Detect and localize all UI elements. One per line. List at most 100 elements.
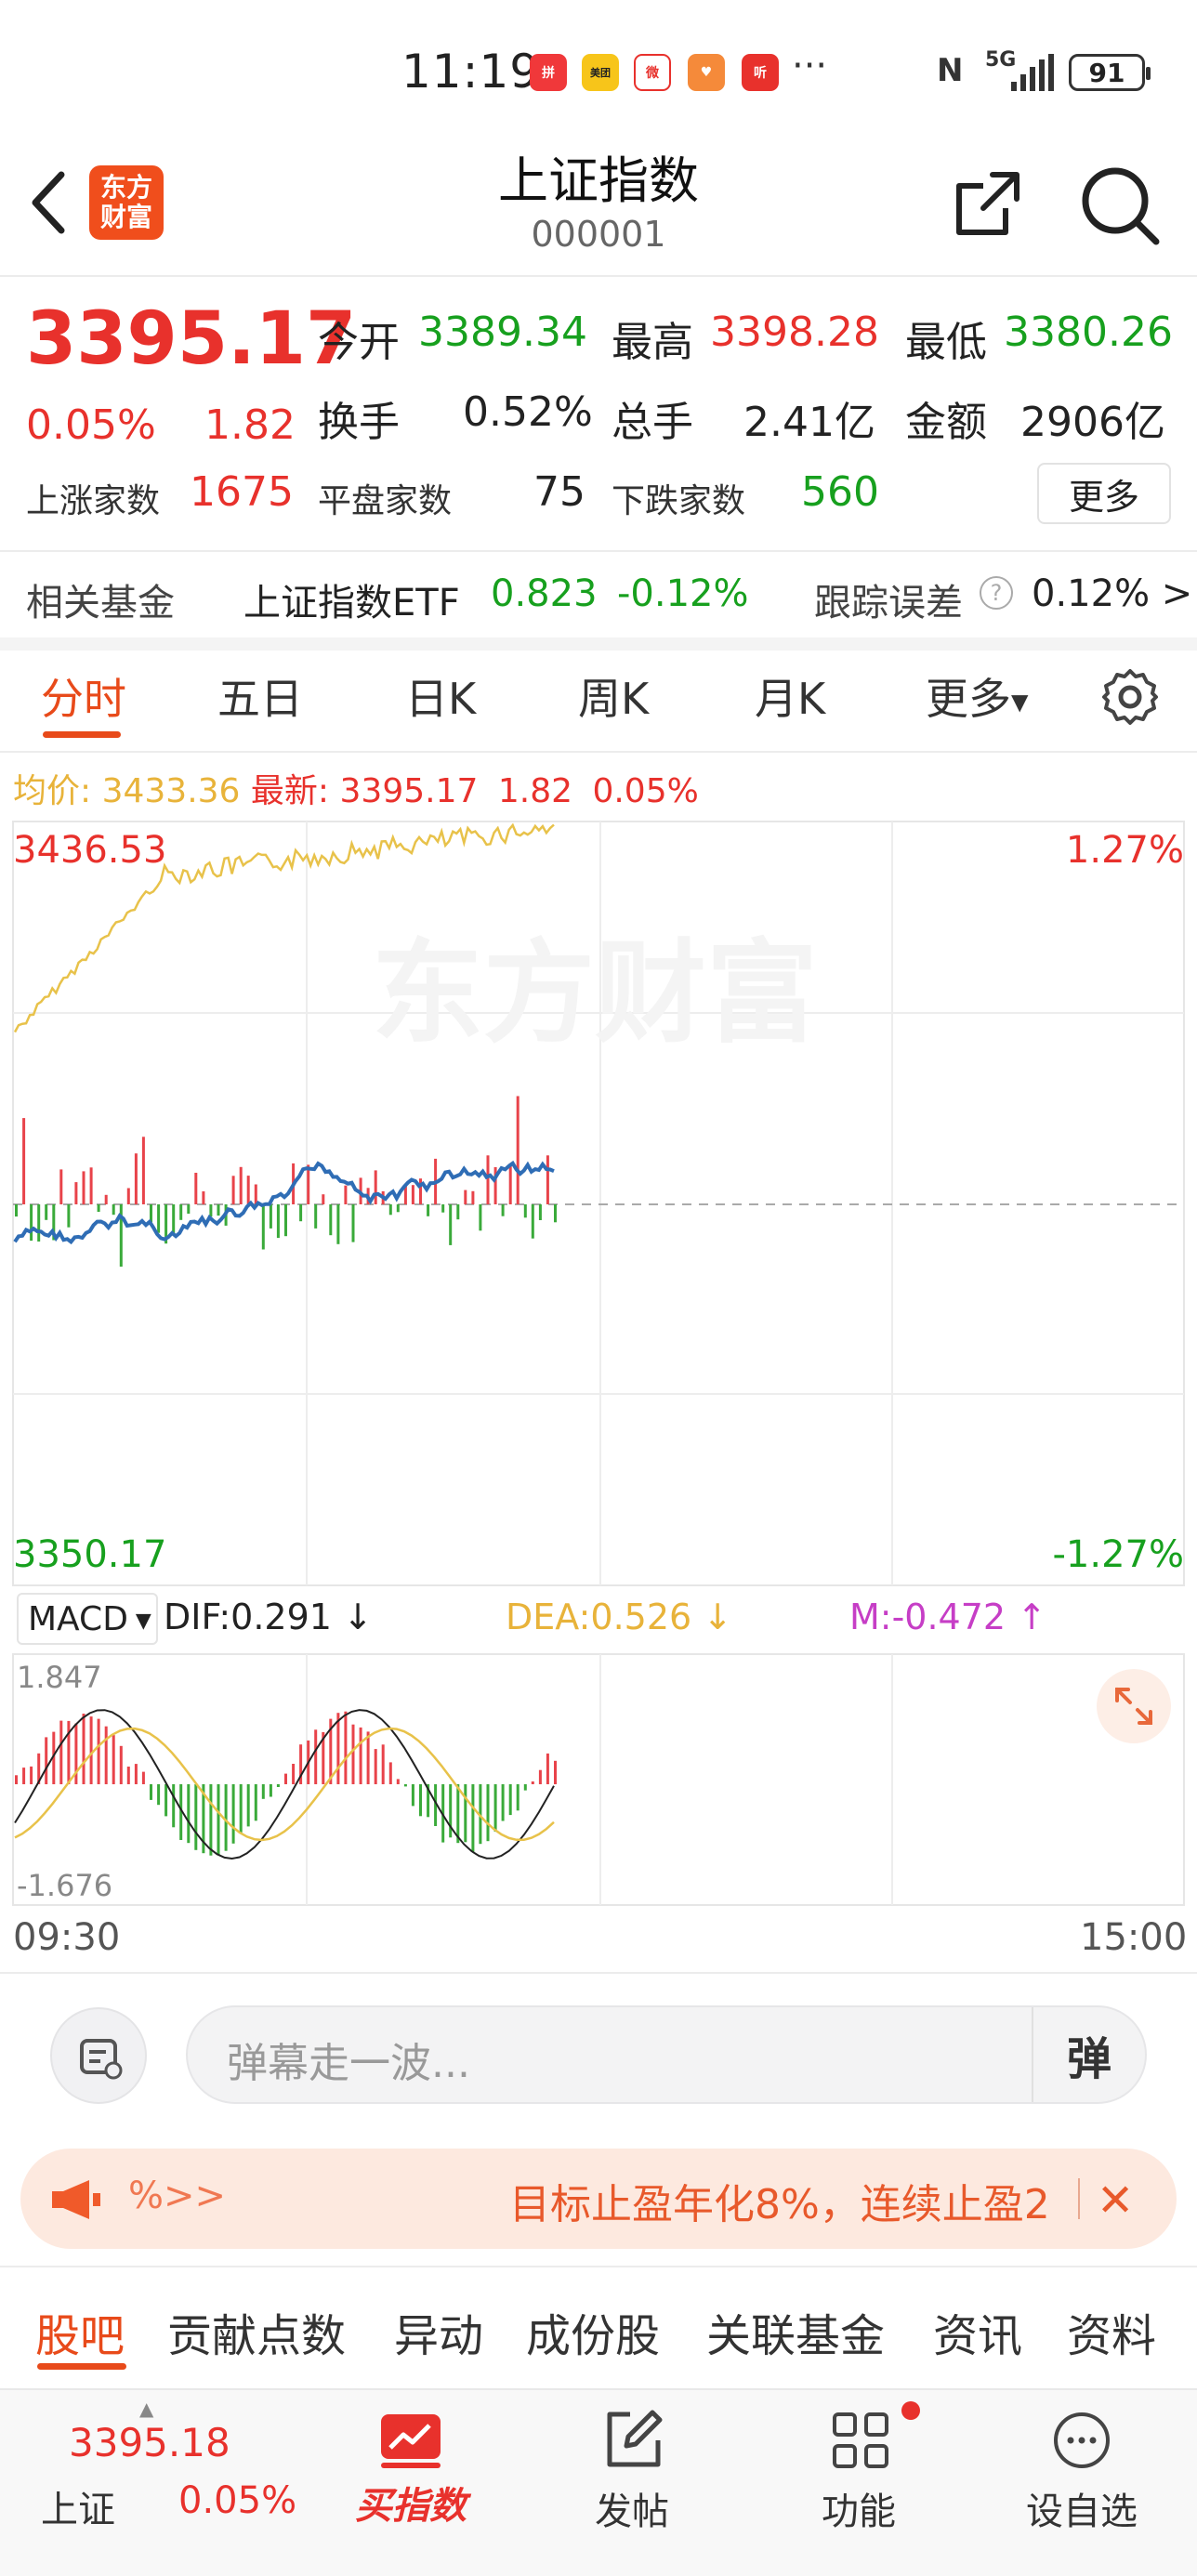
amount-label: 金额 [905, 399, 987, 446]
subtab-news[interactable]: 资讯 [933, 2299, 1022, 2364]
volume-bar [179, 1204, 183, 1220]
volume-bar [486, 1155, 490, 1204]
expand-button[interactable] [1097, 1669, 1171, 1743]
volume-bar [322, 1194, 325, 1204]
subtab-forum[interactable]: 股吧 [35, 2299, 125, 2364]
volume-bar [449, 1204, 453, 1245]
macd-histogram [15, 1711, 557, 1856]
volume-bar [501, 1204, 505, 1216]
volume-bar [299, 1204, 303, 1222]
nav-index-price[interactable]: 3395.18 [69, 2420, 230, 2465]
macd-bar [456, 1784, 460, 1844]
volume-bar [82, 1171, 86, 1204]
volume-bar [126, 1188, 130, 1204]
tab-five-day[interactable]: 五日 [217, 665, 303, 727]
danmu-settings-button[interactable] [50, 2007, 147, 2104]
macd-bar [284, 1773, 287, 1784]
functions-button[interactable]: 功能 [794, 2401, 924, 2559]
subtab-profile[interactable]: 资料 [1067, 2299, 1156, 2364]
meituan-icon: 美团 [582, 54, 619, 91]
macd-selector[interactable]: MACD ▼ [17, 1593, 158, 1645]
volume-bar [209, 1204, 213, 1217]
danmu-send-button[interactable]: 弹 [1032, 2007, 1145, 2102]
volume-bar [187, 1204, 191, 1214]
volume-bar [246, 1176, 250, 1204]
subtab-underline [37, 2363, 126, 2370]
volume-bar [172, 1204, 176, 1235]
trend-chart-icon [381, 2414, 441, 2468]
subtab-contribution[interactable]: 贡献点数 [167, 2299, 346, 2364]
tab-intraday[interactable]: 分时 [41, 665, 126, 727]
edit-icon [607, 2410, 663, 2467]
avg-value: 3433.36 [101, 772, 241, 810]
up-count-value: 1675 [190, 468, 294, 516]
macd-bar [403, 1784, 407, 1787]
macd-bar [314, 1729, 318, 1784]
more-button[interactable]: 更多 [1037, 463, 1171, 524]
volume-bar [22, 1118, 26, 1204]
post-button[interactable]: 发帖 [567, 2401, 697, 2559]
tracking-error-label: 跟踪误差 [814, 582, 963, 624]
macd-bar [187, 1784, 191, 1844]
watchlist-label: 设自选 [1026, 2491, 1138, 2533]
tab-more[interactable]: 更多▼ [926, 665, 1028, 727]
share-icon[interactable] [950, 167, 1024, 242]
volume-bar [464, 1189, 467, 1204]
expand-icon [1115, 1688, 1152, 1725]
macd-bar [172, 1784, 176, 1828]
flat-count-value: 75 [533, 468, 585, 516]
volume-bar [351, 1204, 355, 1242]
macd-bar [134, 1764, 138, 1784]
change-percent: 0.05% [26, 401, 156, 449]
search-icon[interactable] [1078, 164, 1162, 247]
macd-bar [254, 1784, 257, 1821]
macd-bar [157, 1784, 161, 1806]
danmu-settings-icon [80, 2039, 123, 2080]
low-label: 最低 [905, 319, 987, 366]
related-fund-label: 相关基金 [26, 582, 175, 624]
volume-bar [441, 1204, 445, 1213]
buy-index-button[interactable]: 买指数 [346, 2401, 476, 2559]
macd-bar [366, 1731, 370, 1784]
macd-label: MACD [28, 1600, 128, 1638]
chart-info-row: 均价: 3433.36 最新: 3395.17 1.82 0.05% [13, 764, 699, 812]
latest-label: 最新: [250, 772, 330, 810]
tab-weekly-k[interactable]: 周K [578, 665, 649, 727]
tab-more-label: 更多 [926, 674, 1011, 724]
volume-bar [388, 1204, 392, 1216]
open-label: 今开 [318, 319, 400, 366]
macd-bar [224, 1784, 228, 1851]
macd-bar [231, 1784, 235, 1844]
volume-bar [89, 1167, 93, 1204]
volume-bar [456, 1204, 460, 1220]
related-fund-row[interactable]: 相关基金 上证指数ETF 0.823 -0.12% 跟踪误差 ? 0.12% > [0, 552, 1197, 637]
volume-bar [30, 1204, 33, 1242]
help-icon[interactable]: ? [980, 576, 1013, 610]
functions-label: 功能 [822, 2491, 896, 2533]
volume-bar [45, 1204, 48, 1220]
volume-bar [59, 1169, 63, 1204]
subtab-constituents[interactable]: 成份股 [526, 2299, 660, 2364]
volume-bar [254, 1184, 257, 1204]
macd-bar [89, 1716, 93, 1784]
tab-monthly-k[interactable]: 月K [755, 665, 825, 727]
tab-daily-k[interactable]: 日K [405, 665, 476, 727]
down-count-label: 下跌家数 [612, 482, 746, 520]
close-icon[interactable]: ✕ [1097, 2175, 1134, 2227]
volume-bar [67, 1204, 71, 1228]
up-count-label: 上涨家数 [26, 482, 161, 520]
more-notifications-icon: ··· [792, 45, 828, 87]
open-value: 3389.34 [418, 309, 587, 356]
health-icon: ♥ [688, 54, 725, 91]
macd-bar [508, 1784, 512, 1816]
arrow-up-icon: ↑ [1017, 1597, 1047, 1637]
add-watchlist-button[interactable]: 设自选 [1017, 2401, 1147, 2559]
subtab-movement[interactable]: 异动 [394, 2299, 483, 2364]
macd-bar [523, 1784, 527, 1791]
macd-bar [344, 1711, 348, 1784]
gear-icon[interactable] [1100, 667, 1160, 727]
intraday-chart[interactable]: 东方财富 3436.53 1.27% 3350.17 -1.27% 1.847 … [0, 818, 1197, 1914]
macd-bar [164, 1784, 168, 1817]
subtab-related-funds[interactable]: 关联基金 [706, 2299, 885, 2364]
volume-bar [307, 1164, 310, 1204]
